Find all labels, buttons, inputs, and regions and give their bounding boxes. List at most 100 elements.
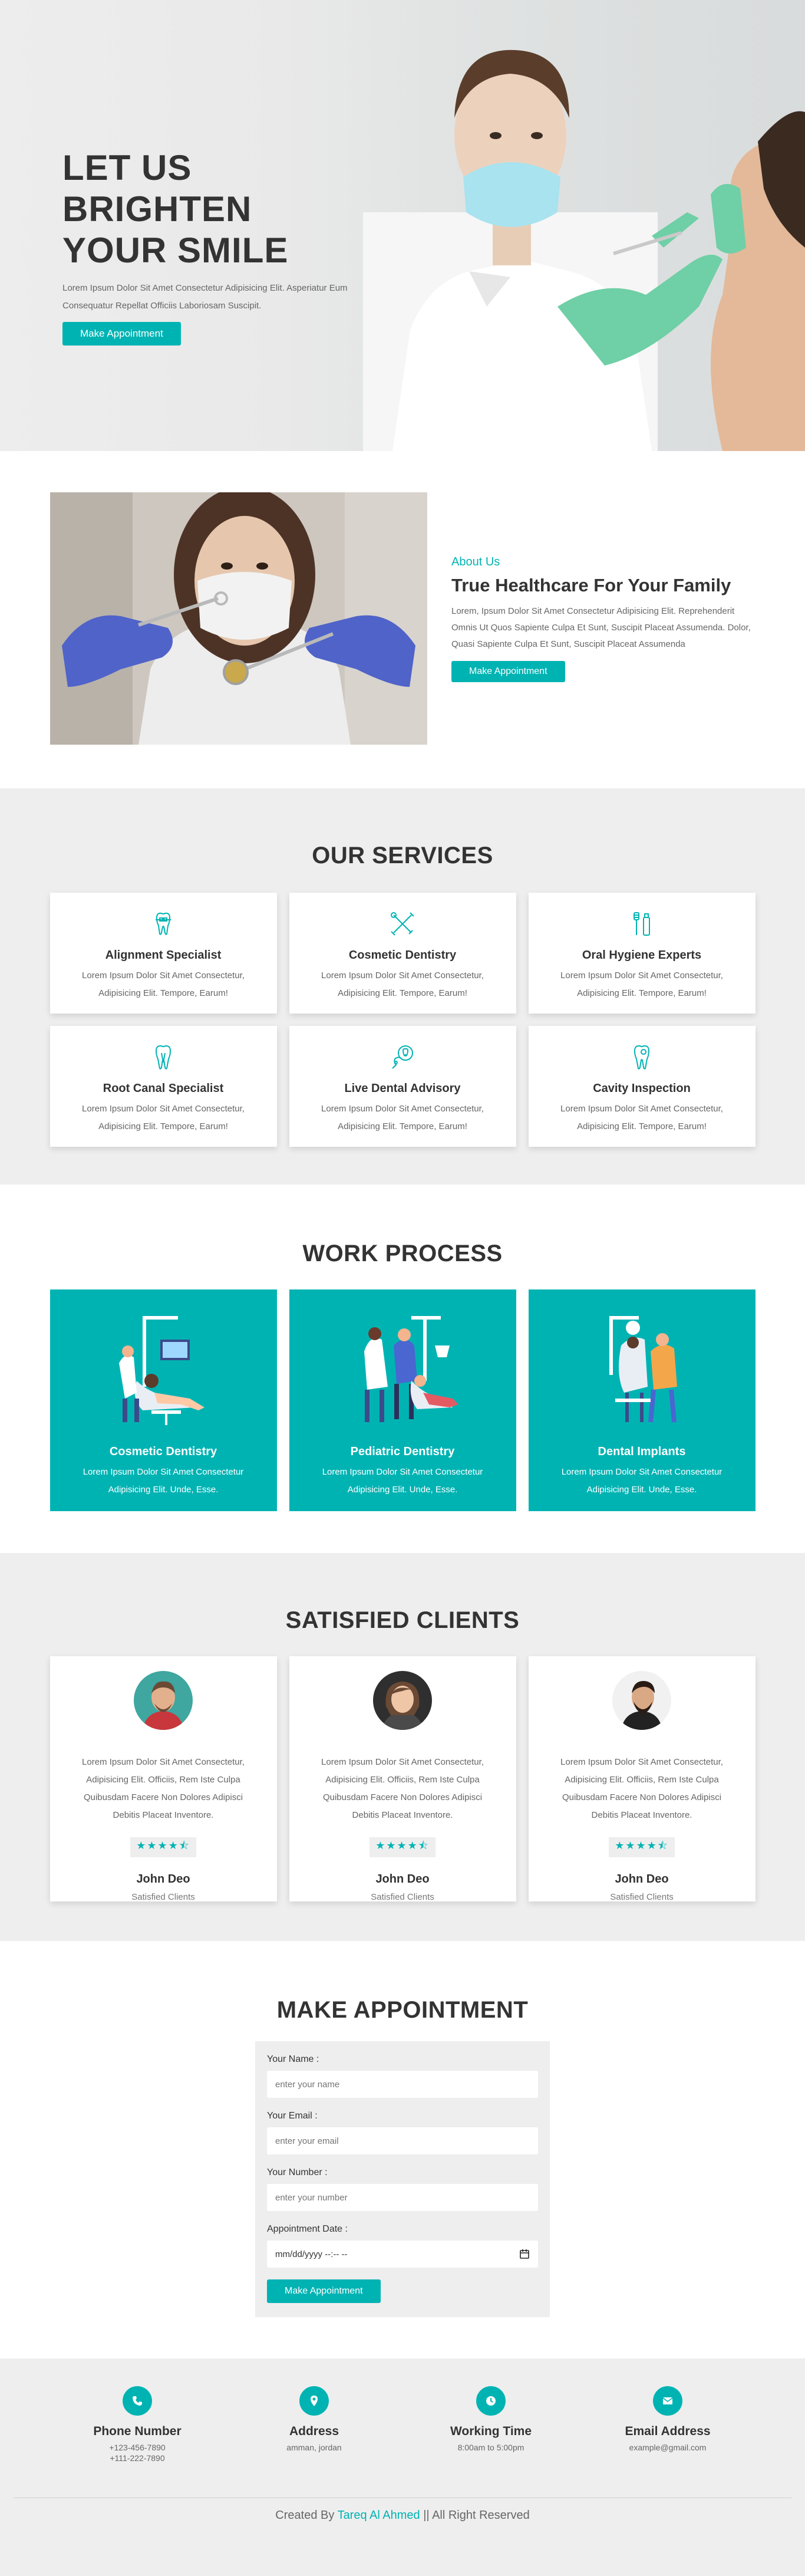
location-pin-icon bbox=[299, 2386, 329, 2416]
hero-make-appointment-button[interactable]: Make Appointment bbox=[62, 322, 181, 346]
service-text: Lorem Ipsum Dolor Sit Amet Consectetur, … bbox=[82, 1104, 245, 1131]
footer-phone: Phone Number +123-456-7890 +111-222-7890 bbox=[49, 2386, 226, 2463]
client-role: Satisfied Clients bbox=[610, 1892, 674, 1902]
service-card: Alignment Specialist Lorem Ipsum Dolor S… bbox=[50, 893, 277, 1014]
footer-contact-grid: Phone Number +123-456-7890 +111-222-7890… bbox=[49, 2386, 756, 2463]
service-card: Cavity Inspection Lorem Ipsum Dolor Sit … bbox=[528, 1026, 755, 1147]
service-title: Cavity Inspection bbox=[593, 1082, 691, 1095]
calendar-icon[interactable] bbox=[519, 2249, 530, 2259]
hero-text: LET US BRIGHTEN YOUR SMILE Lorem Ipsum D… bbox=[62, 147, 369, 346]
service-title: Root Canal Specialist bbox=[103, 1082, 224, 1095]
email-label: Your Email : bbox=[267, 2111, 318, 2121]
client-name: John Deo bbox=[615, 1873, 669, 1886]
avatar bbox=[612, 1671, 671, 1730]
about-text: About Us True Healthcare For Your Family… bbox=[451, 555, 755, 682]
service-title: Oral Hygiene Experts bbox=[582, 949, 702, 962]
about-section: About Us True Healthcare For Your Family… bbox=[0, 451, 805, 788]
clock-icon bbox=[476, 2386, 506, 2416]
appointment-title: MAKE APPOINTMENT bbox=[276, 1997, 529, 2023]
footer-address-line: amman, jordan bbox=[286, 2443, 342, 2452]
service-text: Lorem Ipsum Dolor Sit Amet Consectetur, … bbox=[321, 1104, 484, 1131]
process-title: WORK PROCESS bbox=[302, 1241, 503, 1266]
avatar bbox=[373, 1671, 432, 1730]
work-process-section: WORK PROCESS Cosmetic Dentistry Lorem Ip… bbox=[0, 1185, 805, 1553]
service-title: Cosmetic Dentistry bbox=[348, 949, 457, 962]
process-card: Dental Implants Lorem Ipsum Dolor Sit Am… bbox=[528, 1289, 755, 1511]
rating-stars: ★★★★⯪ bbox=[130, 1837, 196, 1857]
tooth-root-icon bbox=[155, 1045, 171, 1070]
tooth-brace-icon bbox=[156, 912, 171, 935]
toothbrush-paste-icon bbox=[634, 912, 650, 936]
clients-grid: Lorem Ipsum Dolor Sit Amet Consectetur, … bbox=[0, 1656, 805, 1902]
service-text: Lorem Ipsum Dolor Sit Amet Consectetur, … bbox=[321, 970, 484, 998]
dental-tools-icon bbox=[391, 912, 414, 936]
name-input[interactable] bbox=[267, 2071, 538, 2098]
number-input[interactable] bbox=[267, 2184, 538, 2211]
service-card: Cosmetic Dentistry Lorem Ipsum Dolor Sit… bbox=[289, 893, 516, 1014]
process-card: Pediatric Dentistry Lorem Ipsum Dolor Si… bbox=[289, 1289, 516, 1511]
process-grid: Cosmetic Dentistry Lorem Ipsum Dolor Sit… bbox=[0, 1289, 805, 1511]
client-quote: Lorem Ipsum Dolor Sit Amet Consectetur, … bbox=[560, 1757, 723, 1820]
clients-title: SATISFIED CLIENTS bbox=[285, 1607, 520, 1633]
phone-icon bbox=[123, 2386, 152, 2416]
client-card: Lorem Ipsum Dolor Sit Amet Consectetur, … bbox=[50, 1656, 277, 1902]
footer-credit: Created By Tareq Al Ahmed || All Right R… bbox=[0, 2509, 805, 2522]
rating-stars: ★★★★⯪ bbox=[369, 1837, 436, 1857]
footer-email: Email Address example@gmail.com bbox=[579, 2386, 756, 2463]
client-quote: Lorem Ipsum Dolor Sit Amet Consectetur, … bbox=[321, 1757, 484, 1820]
footer-phone-title: Phone Number bbox=[93, 2424, 182, 2438]
hero-title-line1: LET US BRIGHTEN bbox=[62, 148, 252, 229]
service-title: Alignment Specialist bbox=[105, 949, 222, 962]
credit-author-link[interactable]: Tareq Al Ahmed bbox=[338, 2509, 420, 2522]
client-card: Lorem Ipsum Dolor Sit Amet Consectetur, … bbox=[528, 1656, 755, 1902]
client-role: Satisfied Clients bbox=[131, 1892, 195, 1902]
client-name: John Deo bbox=[375, 1873, 430, 1886]
about-title: True Healthcare For Your Family bbox=[451, 574, 731, 596]
cosmetic-dentistry-illustration bbox=[119, 1316, 204, 1425]
name-label: Your Name : bbox=[267, 2054, 319, 2064]
footer-working-time: Working Time 8:00am to 5:00pm bbox=[402, 2386, 579, 2463]
client-card: Lorem Ipsum Dolor Sit Amet Consectetur, … bbox=[289, 1656, 516, 1902]
process-card-title: Pediatric Dentistry bbox=[350, 1445, 455, 1458]
footer-working-time-line: 8:00am to 5:00pm bbox=[457, 2443, 524, 2452]
service-card: Root Canal Specialist Lorem Ipsum Dolor … bbox=[50, 1026, 277, 1147]
hero-section: LET US BRIGHTEN YOUR SMILE Lorem Ipsum D… bbox=[0, 0, 805, 451]
rating-stars: ★★★★⯪ bbox=[609, 1837, 675, 1857]
avatar bbox=[134, 1671, 193, 1730]
footer-working-time-title: Working Time bbox=[450, 2424, 532, 2438]
email-input[interactable] bbox=[267, 2127, 538, 2154]
hero-title: LET US BRIGHTEN YOUR SMILE bbox=[62, 147, 369, 271]
process-card-text: Lorem Ipsum Dolor Sit Amet Consectetur A… bbox=[561, 1467, 722, 1495]
footer-email-title: Email Address bbox=[625, 2424, 711, 2438]
client-quote: Lorem Ipsum Dolor Sit Amet Consectetur, … bbox=[82, 1757, 245, 1820]
number-label: Your Number : bbox=[267, 2167, 328, 2177]
about-eyebrow: About Us bbox=[451, 555, 500, 568]
service-text: Lorem Ipsum Dolor Sit Amet Consectetur, … bbox=[560, 970, 723, 998]
service-title: Live Dental Advisory bbox=[344, 1082, 461, 1095]
date-label: Appointment Date : bbox=[267, 2224, 348, 2234]
credit-suffix: || All Right Reserved bbox=[423, 2509, 530, 2522]
appointment-date-input[interactable]: mm/dd/yyyy --:-- -- bbox=[267, 2241, 538, 2268]
clients-section: SATISFIED CLIENTS Lorem Ipsum Dolor Sit … bbox=[0, 1553, 805, 1941]
footer: Phone Number +123-456-7890 +111-222-7890… bbox=[0, 2358, 805, 2576]
footer-phone-line-1: +123-456-7890 bbox=[109, 2443, 166, 2452]
dental-implants-illustration bbox=[609, 1316, 677, 1423]
service-text: Lorem Ipsum Dolor Sit Amet Consectetur, … bbox=[560, 1104, 723, 1131]
footer-phone-line-2: +111-222-7890 bbox=[110, 2453, 165, 2463]
tooth-cavity-icon bbox=[634, 1045, 650, 1070]
envelope-icon bbox=[653, 2386, 682, 2416]
credit-prefix: Created By bbox=[275, 2509, 335, 2522]
about-make-appointment-button[interactable]: Make Appointment bbox=[451, 660, 565, 682]
services-grid: Alignment Specialist Lorem Ipsum Dolor S… bbox=[0, 893, 805, 1147]
process-card: Cosmetic Dentistry Lorem Ipsum Dolor Sit… bbox=[50, 1289, 277, 1511]
hero-description: Lorem Ipsum Dolor Sit Amet Consectetur A… bbox=[62, 283, 348, 311]
submit-appointment-button[interactable]: Make Appointment bbox=[267, 2279, 381, 2303]
dentist-with-tools-image bbox=[50, 492, 427, 745]
process-card-text: Lorem Ipsum Dolor Sit Amet Consectetur A… bbox=[322, 1467, 483, 1495]
footer-address: Address amman, jordan bbox=[226, 2386, 402, 2463]
service-text: Lorem Ipsum Dolor Sit Amet Consectetur, … bbox=[82, 970, 245, 998]
process-card-title: Cosmetic Dentistry bbox=[109, 1445, 217, 1458]
services-section: OUR SERVICES Alignment Specialist Lorem … bbox=[0, 788, 805, 1185]
client-name: John Deo bbox=[136, 1873, 190, 1886]
date-value: mm/dd/yyyy --:-- -- bbox=[275, 2249, 348, 2259]
